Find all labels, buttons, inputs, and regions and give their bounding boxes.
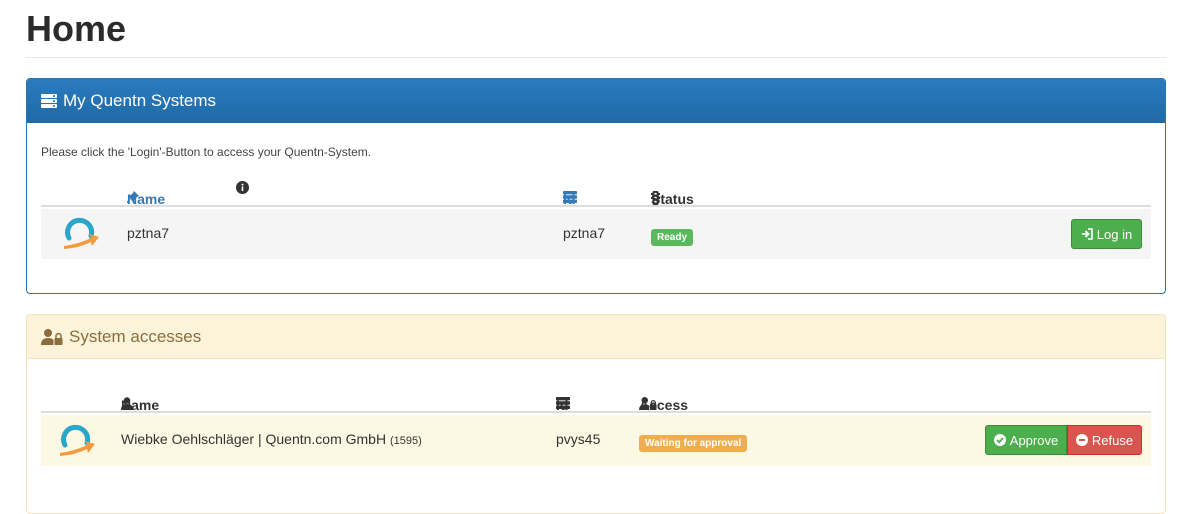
quentn-logo-icon	[61, 216, 101, 252]
systems-panel: My Quentn Systems Please click the 'Logi…	[26, 78, 1166, 294]
access-user-number: (1595)	[389, 435, 422, 447]
access-panel: System accesses Name Id Access Wiebke Oe…	[26, 314, 1166, 514]
access-panel-heading: System accesses	[27, 315, 1165, 359]
access-user-name: Wiebke Oehlschläger | Quentn.com GmbH (1…	[121, 431, 422, 447]
info-icon[interactable]	[236, 181, 249, 194]
minus-circle-icon	[1075, 434, 1088, 446]
refuse-button[interactable]: Refuse	[1067, 425, 1142, 455]
login-button[interactable]: Log in	[1071, 219, 1142, 249]
page-title: Home	[26, 0, 1166, 58]
table-row: Wiebke Oehlschläger | Quentn.com GmbH (1…	[41, 415, 1151, 466]
quentn-logo-icon	[57, 423, 97, 459]
column-name-label: Name	[127, 191, 166, 207]
access-user-name-text: Wiebke Oehlschläger | Quentn.com GmbH	[121, 431, 387, 447]
status-badge: Ready	[651, 227, 694, 246]
access-status-badge: Waiting for approval	[639, 433, 748, 452]
access-system-id: pvys45	[556, 431, 601, 447]
column-name-label: Name	[121, 397, 160, 413]
page: Home My Quentn Systems Please click the …	[26, 0, 1166, 514]
column-status-label: Status	[651, 191, 694, 207]
systems-table-header: Name Id Status	[41, 171, 1151, 207]
refuse-button-label: Refuse	[1091, 432, 1134, 448]
status-badge-label: Ready	[651, 229, 694, 246]
system-name: pztna7	[127, 225, 170, 241]
user-lock-icon	[41, 328, 63, 345]
systems-panel-heading: My Quentn Systems	[27, 79, 1165, 123]
approve-button[interactable]: Approve	[985, 425, 1067, 455]
sign-in-icon	[1081, 228, 1093, 240]
column-id-label: Id	[556, 397, 569, 413]
check-circle-icon	[993, 434, 1006, 446]
table-row: pztna7 pztna7 Ready Log in	[41, 209, 1151, 259]
server-icon	[41, 94, 57, 108]
column-id-label: Id	[563, 191, 576, 207]
systems-intro-text: Please click the 'Login'-Button to acces…	[41, 145, 372, 159]
access-status-label: Waiting for approval	[639, 435, 748, 452]
approve-button-label: Approve	[1009, 432, 1059, 448]
login-button-label: Log in	[1096, 226, 1133, 242]
access-panel-title: System accesses	[69, 326, 202, 346]
column-access-label: Access	[639, 397, 689, 413]
access-table-header: Name Id Access	[41, 377, 1151, 413]
system-id: pztna7	[563, 225, 606, 241]
systems-panel-title: My Quentn Systems	[63, 91, 217, 110]
